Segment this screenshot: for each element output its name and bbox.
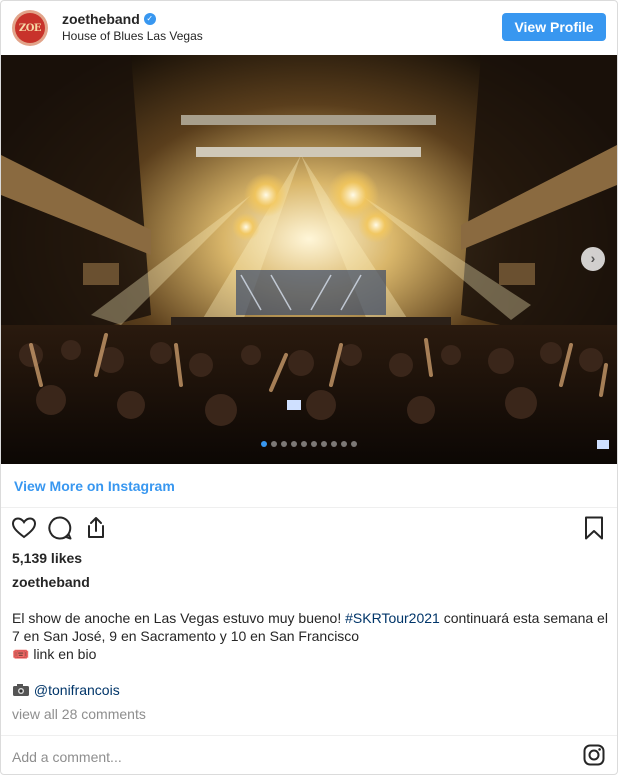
like-count[interactable]: 5,139 likes	[12, 550, 82, 566]
ticket-emoji: 🎟️	[12, 646, 30, 662]
avatar[interactable]: ZOE	[12, 10, 48, 46]
username-link[interactable]: zoetheband	[62, 11, 140, 27]
username-row: zoetheband ✓	[62, 11, 156, 27]
carousel-dot	[351, 441, 357, 447]
carousel-dot	[281, 441, 287, 447]
add-comment-bar: Add a comment...	[1, 735, 617, 774]
carousel-dot	[341, 441, 347, 447]
camera-icon	[13, 684, 29, 696]
add-comment-input[interactable]: Add a comment...	[12, 749, 122, 765]
carousel-dot	[301, 441, 307, 447]
view-profile-button[interactable]: View Profile	[502, 13, 606, 41]
carousel-dots	[1, 441, 617, 447]
action-bar	[1, 513, 617, 545]
instagram-logo-icon[interactable]	[583, 744, 605, 766]
avatar-logo: ZOE	[15, 13, 45, 43]
hashtag-link[interactable]: #SKRTour2021	[345, 610, 440, 626]
view-more-link[interactable]: View More on Instagram	[14, 478, 175, 494]
post-photo[interactable]: ›	[1, 55, 617, 464]
view-more-bar: View More on Instagram	[1, 464, 617, 508]
carousel-dot	[331, 441, 337, 447]
verified-badge-icon: ✓	[143, 13, 156, 25]
caption-text: El show de anoche en Las Vegas estuvo mu…	[12, 609, 612, 663]
comment-icon[interactable]	[47, 515, 73, 541]
concert-photo	[1, 55, 617, 464]
carousel-dot-active	[261, 441, 267, 447]
post-header: ZOE zoetheband ✓ House of Blues Las Vega…	[1, 1, 617, 55]
link-in-bio-text: link en bio	[29, 646, 97, 662]
caption-part1: El show de anoche en Las Vegas estuvo mu…	[12, 610, 346, 626]
heart-icon[interactable]	[11, 515, 37, 541]
carousel-dot	[311, 441, 317, 447]
instagram-embed-card: ZOE zoetheband ✓ House of Blues Las Vega…	[0, 0, 618, 775]
carousel-dot	[321, 441, 327, 447]
photographer-mention[interactable]: @tonifrancois	[34, 682, 120, 698]
view-all-comments-link[interactable]: view all 28 comments	[12, 706, 146, 722]
caption-username[interactable]: zoetheband	[12, 574, 90, 590]
photo-credit: @tonifrancois	[12, 682, 120, 698]
next-photo-button[interactable]: ›	[581, 247, 605, 271]
share-icon[interactable]	[83, 515, 109, 541]
location-link[interactable]: House of Blues Las Vegas	[62, 29, 203, 43]
bookmark-icon[interactable]	[581, 515, 607, 541]
carousel-dot	[271, 441, 277, 447]
carousel-dot	[291, 441, 297, 447]
